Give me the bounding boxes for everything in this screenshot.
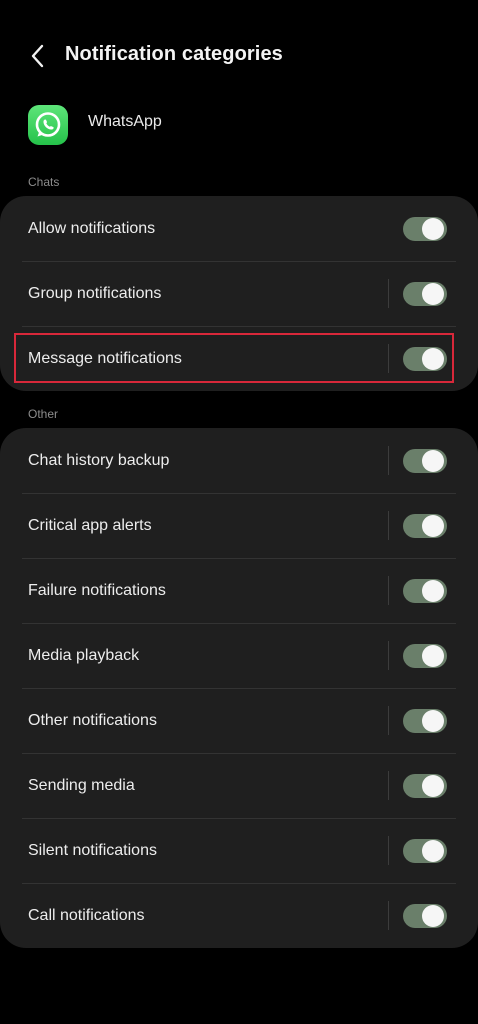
row-label: Allow notifications (28, 219, 156, 237)
row-allow-notifications[interactable]: Allow notifications (0, 196, 478, 261)
toggle-knob (422, 710, 444, 732)
sending-media-toggle[interactable] (403, 774, 447, 798)
section-label-other: Other (28, 407, 59, 421)
app-name: WhatsApp (88, 113, 162, 130)
toggle-knob (422, 283, 444, 305)
vertical-divider (388, 901, 389, 930)
toggle-knob (422, 450, 444, 472)
row-sending-media[interactable]: Sending media (0, 753, 478, 818)
vertical-divider (388, 344, 389, 373)
row-failure-notifications[interactable]: Failure notifications (0, 558, 478, 623)
toggle-knob (422, 348, 444, 370)
row-label: Call notifications (28, 906, 145, 924)
vertical-divider (388, 576, 389, 605)
whatsapp-icon (28, 105, 68, 145)
other-notifications-toggle[interactable] (403, 709, 447, 733)
row-call-notifications[interactable]: Call notifications (0, 883, 478, 948)
row-label: Other notifications (28, 711, 157, 729)
row-label: Media playback (28, 646, 140, 664)
row-label: Failure notifications (28, 581, 166, 599)
app-header: WhatsApp (28, 104, 162, 146)
vertical-divider (388, 771, 389, 800)
page-title: Notification categories (65, 43, 283, 65)
row-label: Chat history backup (28, 451, 170, 469)
toggle-knob (422, 645, 444, 667)
section-label-chats: Chats (28, 175, 60, 189)
row-critical-app-alerts[interactable]: Critical app alerts (0, 493, 478, 558)
row-media-playback[interactable]: Media playback (0, 623, 478, 688)
toggle-knob (422, 775, 444, 797)
message-notifications-toggle[interactable] (403, 347, 447, 371)
toggle-knob (422, 905, 444, 927)
chat-history-backup-toggle[interactable] (403, 449, 447, 473)
back-button[interactable] (24, 42, 52, 70)
row-group-notifications[interactable]: Group notifications (0, 261, 478, 326)
row-chat-history-backup[interactable]: Chat history backup (0, 428, 478, 493)
row-silent-notifications[interactable]: Silent notifications (0, 818, 478, 883)
vertical-divider (388, 836, 389, 865)
vertical-divider (388, 511, 389, 540)
row-label: Sending media (28, 776, 135, 794)
top-app-bar: Notification categories (0, 28, 478, 84)
failure-notifications-toggle[interactable] (403, 579, 447, 603)
media-playback-toggle[interactable] (403, 644, 447, 668)
vertical-divider (388, 706, 389, 735)
group-notifications-toggle[interactable] (403, 282, 447, 306)
vertical-divider (388, 446, 389, 475)
toggle-knob (422, 840, 444, 862)
toggle-knob (422, 218, 444, 240)
call-notifications-toggle[interactable] (403, 904, 447, 928)
toggle-knob (422, 515, 444, 537)
other-card: Chat history backup Critical app alerts … (0, 428, 478, 948)
critical-app-alerts-toggle[interactable] (403, 514, 447, 538)
row-label: Silent notifications (28, 841, 157, 859)
chevron-left-icon (31, 44, 44, 68)
vertical-divider (388, 279, 389, 308)
row-label: Message notifications (28, 349, 182, 367)
toggle-knob (422, 580, 444, 602)
row-message-notifications[interactable]: Message notifications (0, 326, 478, 391)
allow-notifications-toggle[interactable] (403, 217, 447, 241)
chats-card: Allow notifications Group notifications … (0, 196, 478, 391)
vertical-divider (388, 641, 389, 670)
silent-notifications-toggle[interactable] (403, 839, 447, 863)
row-label: Critical app alerts (28, 516, 152, 534)
row-other-notifications[interactable]: Other notifications (0, 688, 478, 753)
row-label: Group notifications (28, 284, 162, 302)
